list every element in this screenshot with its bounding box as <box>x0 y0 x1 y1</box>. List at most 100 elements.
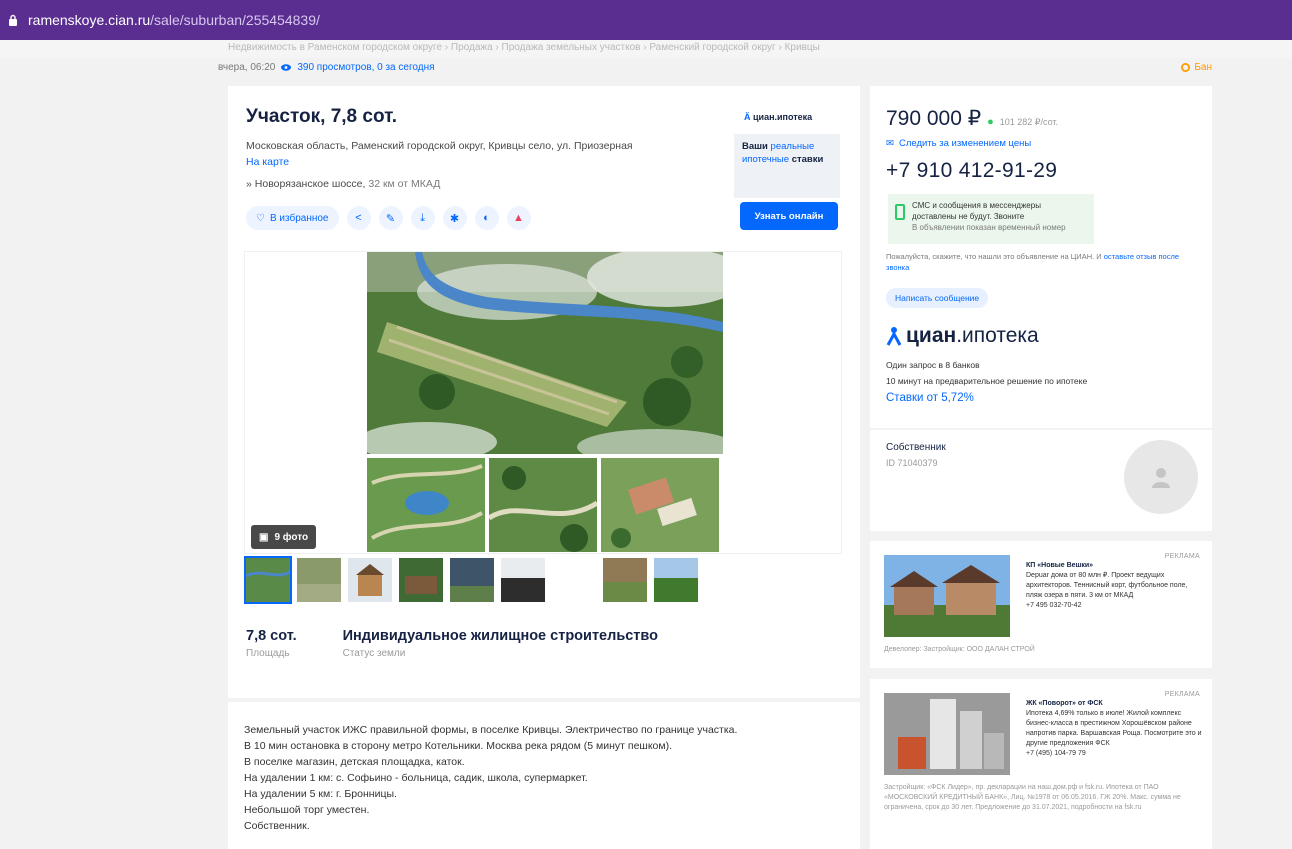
promo-line3: ставки <box>791 154 824 165</box>
eye-off-icon: ◐ <box>483 212 490 224</box>
cian-mortgage-logo[interactable]: циан.ипотека <box>886 324 1039 348</box>
owner-label: Собственник <box>886 442 946 453</box>
owner-card: Собственник ID 71040379 <box>870 430 1212 531</box>
pin-icon: ✎ <box>385 212 396 225</box>
thumbnail[interactable] <box>295 556 343 604</box>
ad-label: РЕКЛАМА <box>1164 553 1200 560</box>
gear-icon: ✱ <box>449 212 460 225</box>
ad-phone: +7 (495) 104-79 79 <box>1026 750 1086 757</box>
breadcrumb-text: Недвижимость в Раменском городском округ… <box>228 42 820 53</box>
warning-icon: ▲ <box>513 212 524 224</box>
sms-note: В объявлении показан временный номер <box>912 223 1066 232</box>
thumbnail[interactable] <box>550 556 598 604</box>
description-line: В поселке магазин, детская площадка, кат… <box>244 756 465 768</box>
favorite-label: В избранное <box>269 212 329 224</box>
views-link[interactable]: 390 просмотров, 0 за сегодня <box>297 62 434 73</box>
address-bar[interactable]: ramenskoye.cian.ru/sale/suburban/2554548… <box>0 0 1292 40</box>
heart-icon: ♡ <box>256 212 265 224</box>
ad-footer: Девелопер: Застройщик: ООО ДАЛАН СТРОЙ <box>884 646 1035 653</box>
track-price-link[interactable]: ✉ Следить за изменением цены <box>886 138 1031 149</box>
photo-count: 9 фото <box>274 531 309 543</box>
mail-icon: ✉ <box>886 138 894 149</box>
camera-icon: ▣ <box>259 531 269 543</box>
url-path: /sale/suburban/255454839/ <box>150 12 320 28</box>
share-button[interactable]: < <box>346 206 371 230</box>
ad-label: РЕКЛАМА <box>1164 691 1200 698</box>
listing-card: Участок, 7,8 сот. Московская область, Ра… <box>228 86 860 698</box>
url-host: ramenskoye.cian.ru <box>28 12 151 28</box>
highway-name[interactable]: Новорязанское шоссе, <box>255 178 366 190</box>
hide-button[interactable]: ◐ <box>474 206 499 230</box>
ad-footer: Застройщик: «ФСК Лидер», пр. декларации … <box>884 784 1181 811</box>
description: Земельный участок ИЖС правильной формы, … <box>244 722 737 834</box>
photo-count-badge[interactable]: ▣ 9 фото <box>251 525 317 549</box>
ad-title: ЖК «Поворот» от ФСК <box>1026 700 1103 707</box>
gallery-photo[interactable] <box>367 458 485 552</box>
price-value: 790 000 ₽ <box>886 107 982 130</box>
cian-logo-icon <box>886 327 902 346</box>
edit-button[interactable]: ✎ <box>378 206 403 230</box>
main-photo[interactable] <box>367 252 723 454</box>
fact-label: Площадь <box>246 648 290 659</box>
ad-image[interactable] <box>884 693 1010 775</box>
description-line: Земельный участок ИЖС правильной формы, … <box>244 724 738 736</box>
thumbnail[interactable] <box>397 556 445 604</box>
road-icon: » <box>246 178 252 190</box>
track-price-label: Следить за изменением цены <box>898 138 1032 149</box>
key-facts: 7,8 сот. Площадь Индивидуальное жилищное… <box>246 628 658 659</box>
cian-mortgage-logo: Ä циан.ипотека <box>744 112 812 122</box>
fact-value: 7,8 сот. <box>246 628 297 644</box>
cian-logo-thin: .ипотека <box>956 324 1039 347</box>
price-trend-icon[interactable]: ● <box>987 116 994 128</box>
learn-online-button[interactable]: Узнать онлайн <box>740 202 838 230</box>
promo-line1: Ваши <box>742 141 768 152</box>
fact-label: Статус земли <box>342 648 406 659</box>
description-line: В 10 мин остановка в сторону метро Котел… <box>244 740 673 752</box>
price-card: 790 000 ₽ ● 101 282 ₽/сот. ✉ Следить за … <box>870 86 1212 428</box>
distance: 32 км от МКАД <box>368 178 441 190</box>
ban-button[interactable]: Бан <box>1181 62 1212 73</box>
description-line: Собственник. <box>244 820 310 832</box>
send-message-button[interactable]: Написать сообщение <box>886 288 989 308</box>
favorite-button[interactable]: ♡ В избранное <box>246 206 339 230</box>
action-bar: ♡ В избранное < ✎ ⤓ ✱ ◐ ▲ <box>246 206 531 230</box>
ad-card[interactable]: РЕКЛАМА КП «Новые Вешки» Depuar дома от … <box>870 541 1212 668</box>
thumbnail[interactable] <box>499 556 547 604</box>
ad-card[interactable]: РЕКЛАМА ЖК «Поворот» от ФСК Ипотека 4,69… <box>870 679 1212 849</box>
ad-title: КП «Новые Вешки» <box>1026 562 1094 569</box>
mortgage-line: 10 минут на предварительное решение по и… <box>886 376 1088 386</box>
mortgage-rate-link[interactable]: Ставки от 5,72% <box>886 392 974 404</box>
phone-number[interactable]: +7 910 412-91-29 <box>886 159 1057 183</box>
user-icon <box>1152 468 1170 488</box>
map-link[interactable]: На карте <box>246 156 289 168</box>
price-per-unit: 101 282 ₽/сот. <box>999 117 1059 127</box>
ad-phone: +7 495 032-70-42 <box>1026 602 1082 609</box>
download-icon: ⤓ <box>420 211 425 224</box>
cian-logo-icon: Ä <box>744 112 751 122</box>
sms-title: СМС и сообщения в мессенджеры доставлены… <box>912 201 1041 221</box>
gallery-photo[interactable] <box>489 458 597 552</box>
mortgage-promo: Ваши реальные ипотечные ставки <box>734 134 840 198</box>
mortgage-line: Один запрос в 8 банков <box>886 360 980 370</box>
thumbnail[interactable] <box>601 556 649 604</box>
download-button[interactable]: ⤓ <box>410 206 435 230</box>
eye-icon <box>281 64 292 71</box>
description-card: Земельный участок ИЖС правильной формы, … <box>228 702 860 849</box>
thumbnail[interactable] <box>346 556 394 604</box>
thumbnail[interactable] <box>244 556 292 604</box>
breadcrumb: Недвижимость в Раменском городском округ… <box>0 40 1292 58</box>
settings-button[interactable]: ✱ <box>442 206 467 230</box>
page-title: Участок, 7,8 сот. <box>246 106 398 127</box>
thumbnail-strip <box>244 556 700 606</box>
ad-image[interactable] <box>884 555 1010 637</box>
ad-text: ЖК «Поворот» от ФСК Ипотека 4,69% только… <box>1026 699 1202 759</box>
call-disclaimer: Пожалуйста, скажите, что нашли это объяв… <box>886 251 1186 273</box>
price: 790 000 ₽ ● 101 282 ₽/сот. <box>886 106 1058 131</box>
thumbnail[interactable] <box>652 556 700 604</box>
photo-gallery[interactable]: ▣ 9 фото <box>244 251 842 554</box>
fact-area: 7,8 сот. Площадь <box>246 628 297 659</box>
complain-button[interactable]: ▲ <box>506 206 531 230</box>
thumbnail[interactable] <box>448 556 496 604</box>
gallery-photo[interactable] <box>601 458 719 552</box>
avatar <box>1124 440 1198 514</box>
